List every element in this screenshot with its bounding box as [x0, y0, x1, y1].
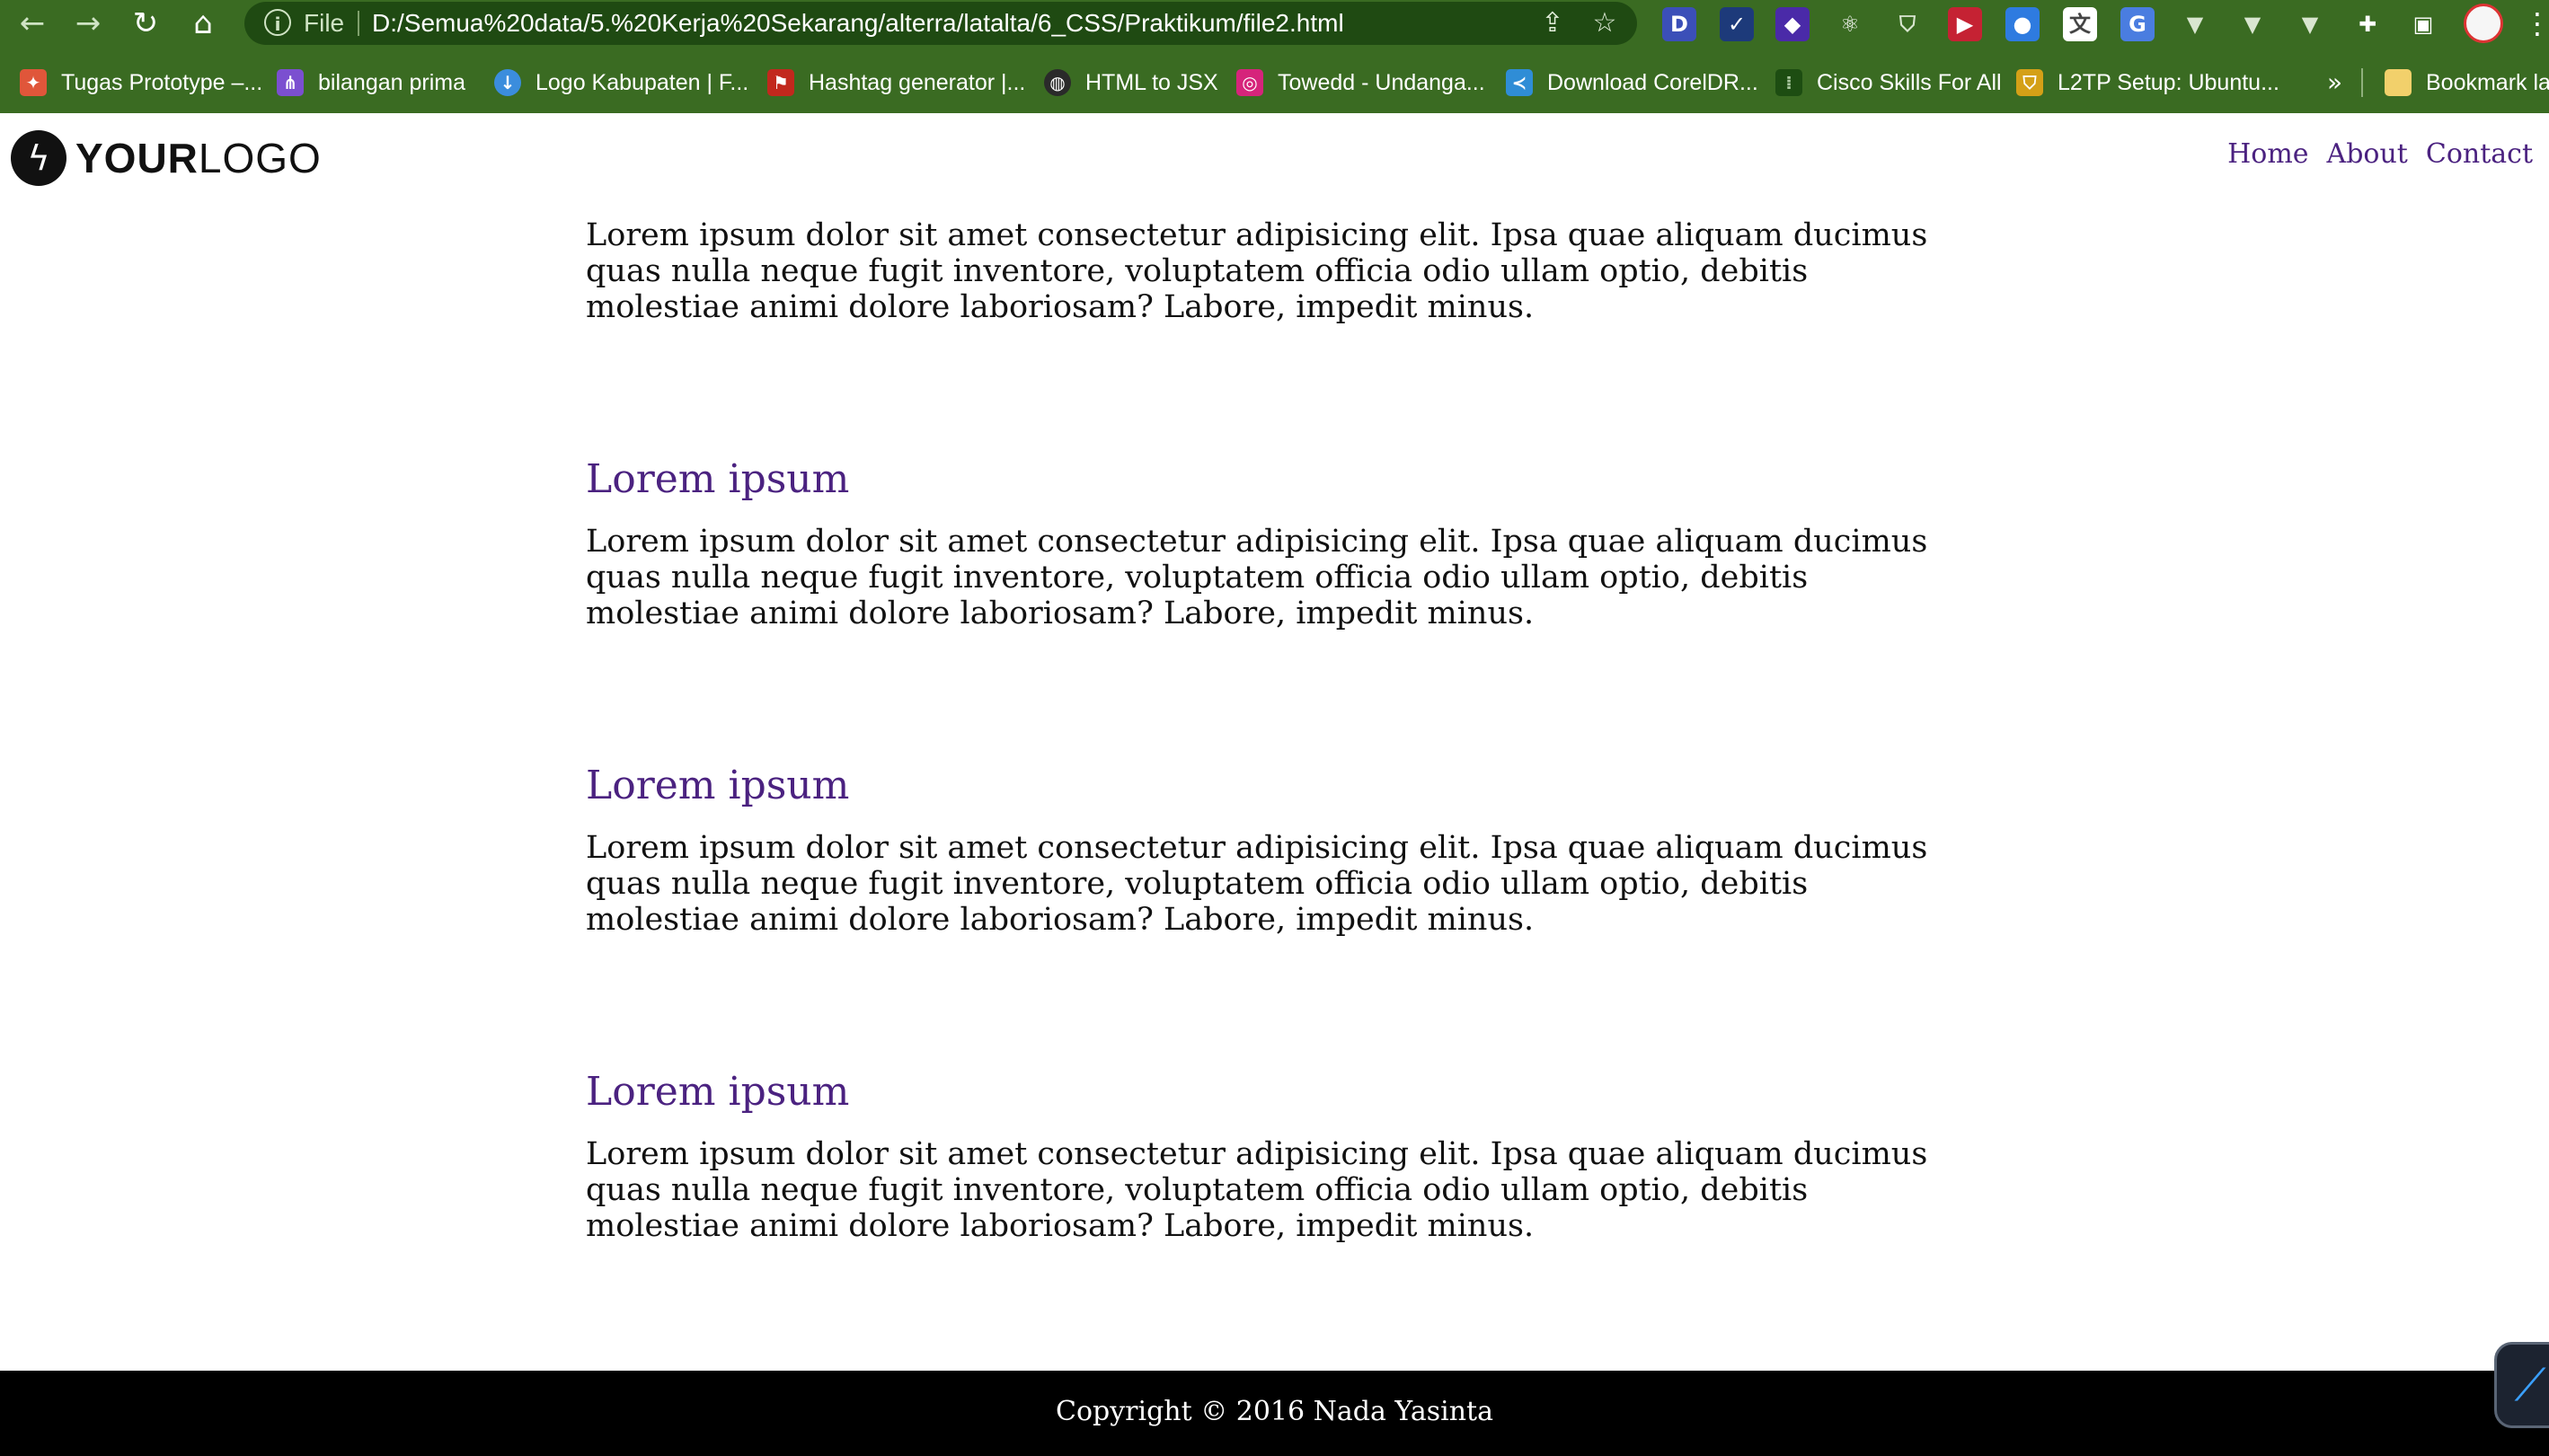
bookmark-label: Hashtag generator |... — [809, 69, 1026, 95]
shield-icon: ⛉ — [2016, 69, 2043, 96]
figma-icon: ✦ — [20, 69, 47, 96]
back-icon[interactable]: ← — [13, 5, 52, 41]
bookmark-label: Cisco Skills For All — [1817, 69, 2002, 95]
bookmarks-bar: ✦ Tugas Prototype –... ⋔ bilangan prima … — [0, 63, 2549, 102]
extensions-puzzle-icon[interactable]: ✚ — [2350, 7, 2385, 41]
section-paragraph: Lorem ipsum dolor sit amet consectetur a… — [586, 1136, 1928, 1244]
profile-avatar[interactable] — [2464, 4, 2503, 43]
toolbar: ← → ↻ ⌂ i File D:/Semua%20data/5.%20Kerj… — [0, 0, 2549, 47]
folder-icon — [2385, 69, 2412, 96]
section-heading: Lorem ipsum — [586, 1069, 850, 1115]
extension-d-icon[interactable]: D — [1662, 7, 1696, 41]
browser-chrome: ← → ↻ ⌂ i File D:/Semua%20data/5.%20Kerj… — [0, 0, 2549, 113]
extension-vue-icon-1[interactable]: ▼ — [2178, 7, 2212, 41]
bookmark-item[interactable]: ↓ Logo Kabupaten | F... — [494, 63, 748, 102]
extension-google-translate-icon[interactable]: G — [2120, 7, 2155, 41]
bookmark-label: HTML to JSX — [1085, 69, 1218, 95]
nav-link-contact[interactable]: Contact — [2426, 138, 2533, 170]
menu-kebab-icon[interactable]: ⋮ — [2523, 5, 2549, 41]
globe-icon: ◍ — [1044, 69, 1071, 96]
other-bookmarks-folder[interactable]: Bookmark lai — [2385, 63, 2549, 102]
extension-vue-icon-3[interactable]: ▼ — [2293, 7, 2327, 41]
section-paragraph: Lorem ipsum dolor sit amet consectetur a… — [586, 524, 1928, 631]
corel-icon: ≺ — [1506, 69, 1533, 96]
address-bar[interactable]: i File D:/Semua%20data/5.%20Kerja%20Seka… — [244, 2, 1637, 45]
extension-react-icon[interactable]: ⚛ — [1833, 7, 1867, 41]
nav-link-about[interactable]: About — [2327, 138, 2408, 170]
extension-forward-icon[interactable]: ▶ — [1948, 7, 1982, 41]
bookmark-label: bilangan prima — [318, 69, 465, 95]
section-heading: Lorem ipsum — [586, 456, 850, 502]
bookmark-item[interactable]: ⚑ Hashtag generator |... — [767, 63, 1025, 102]
floating-extension-button[interactable]: ⟋ — [2494, 1342, 2549, 1428]
cisco-icon: ⁞ — [1775, 69, 1802, 96]
main-nav: Home About Contact — [2227, 138, 2533, 170]
section-paragraph: Lorem ipsum dolor sit amet consectetur a… — [586, 830, 1928, 938]
extension-translate-icon[interactable]: 文 — [2063, 7, 2097, 41]
logo-text-bold: YOUR — [75, 135, 199, 181]
instagram-icon: ◎ — [1236, 69, 1263, 96]
bookmark-label: Bookmark lai — [2426, 69, 2549, 95]
bookmark-label: Download CorelDR... — [1547, 69, 1758, 95]
home-icon[interactable]: ⌂ — [183, 5, 223, 41]
bookmark-item[interactable]: ◎ Towedd - Undanga... — [1236, 63, 1485, 102]
site-logo[interactable]: ϟ YOURLOGO — [11, 129, 322, 187]
bookmark-item[interactable]: ✦ Tugas Prototype –... — [20, 63, 262, 102]
site-footer: Copyright © 2016 Nada Yasinta — [0, 1371, 2549, 1456]
logo-text-regular: LOGO — [198, 135, 322, 181]
side-panel-icon[interactable]: ▣ — [2406, 7, 2440, 41]
main-content: Lorem ipsum dolor sit amet consectetur a… — [586, 207, 1934, 1244]
bookmarks-divider — [2361, 68, 2363, 97]
bookmark-item[interactable]: ◍ HTML to JSX — [1044, 63, 1218, 102]
site-info-icon[interactable]: i — [264, 9, 291, 36]
bookmark-label: Tugas Prototype –... — [61, 69, 263, 95]
extension-check-icon[interactable]: ✓ — [1720, 7, 1754, 41]
extension-vue-icon-2[interactable]: ▼ — [2235, 7, 2270, 41]
intro-paragraph: Lorem ipsum dolor sit amet consectetur a… — [586, 217, 1928, 325]
bookmark-label: Logo Kabupaten | F... — [535, 69, 749, 95]
scheme-label: File — [304, 9, 345, 37]
section-heading: Lorem ipsum — [586, 763, 850, 808]
tree-icon: ⋔ — [277, 69, 304, 96]
bookmark-item[interactable]: ≺ Download CorelDR... — [1506, 63, 1758, 102]
flag-icon: ⚑ — [767, 69, 794, 96]
share-icon[interactable]: ⇪ — [1536, 7, 1569, 40]
bookmark-item[interactable]: ⁞ Cisco Skills For All — [1775, 63, 2002, 102]
forward-icon[interactable]: → — [68, 5, 108, 41]
site-header: ϟ YOURLOGO Home About Contact — [0, 113, 2549, 207]
extension-shield-icon[interactable]: ⛉ — [1890, 7, 1925, 41]
star-icon[interactable]: ☆ — [1589, 7, 1621, 40]
extension-layers-icon[interactable]: ◆ — [1775, 7, 1810, 41]
bolt-icon: ϟ — [11, 130, 66, 186]
bookmark-item[interactable]: ⛉ L2TP Setup: Ubuntu... — [2016, 63, 2279, 102]
bookmark-item[interactable]: ⋔ bilangan prima — [277, 63, 465, 102]
nav-link-home[interactable]: Home — [2227, 138, 2308, 170]
extension-drop-icon[interactable]: ● — [2005, 7, 2040, 41]
reload-icon[interactable]: ↻ — [126, 5, 165, 41]
address-divider — [358, 11, 359, 36]
bookmark-label: L2TP Setup: Ubuntu... — [2058, 69, 2279, 95]
download-icon: ↓ — [494, 69, 521, 96]
copyright-text: Copyright © 2016 Nada Yasinta — [1055, 1396, 1494, 1427]
logo-text: YOURLOGO — [75, 134, 322, 182]
url-text[interactable]: D:/Semua%20data/5.%20Kerja%20Sekarang/al… — [372, 9, 1344, 38]
bookmark-label: Towedd - Undanga... — [1278, 69, 1485, 95]
bookmarks-overflow-button[interactable]: » — [2327, 63, 2342, 102]
